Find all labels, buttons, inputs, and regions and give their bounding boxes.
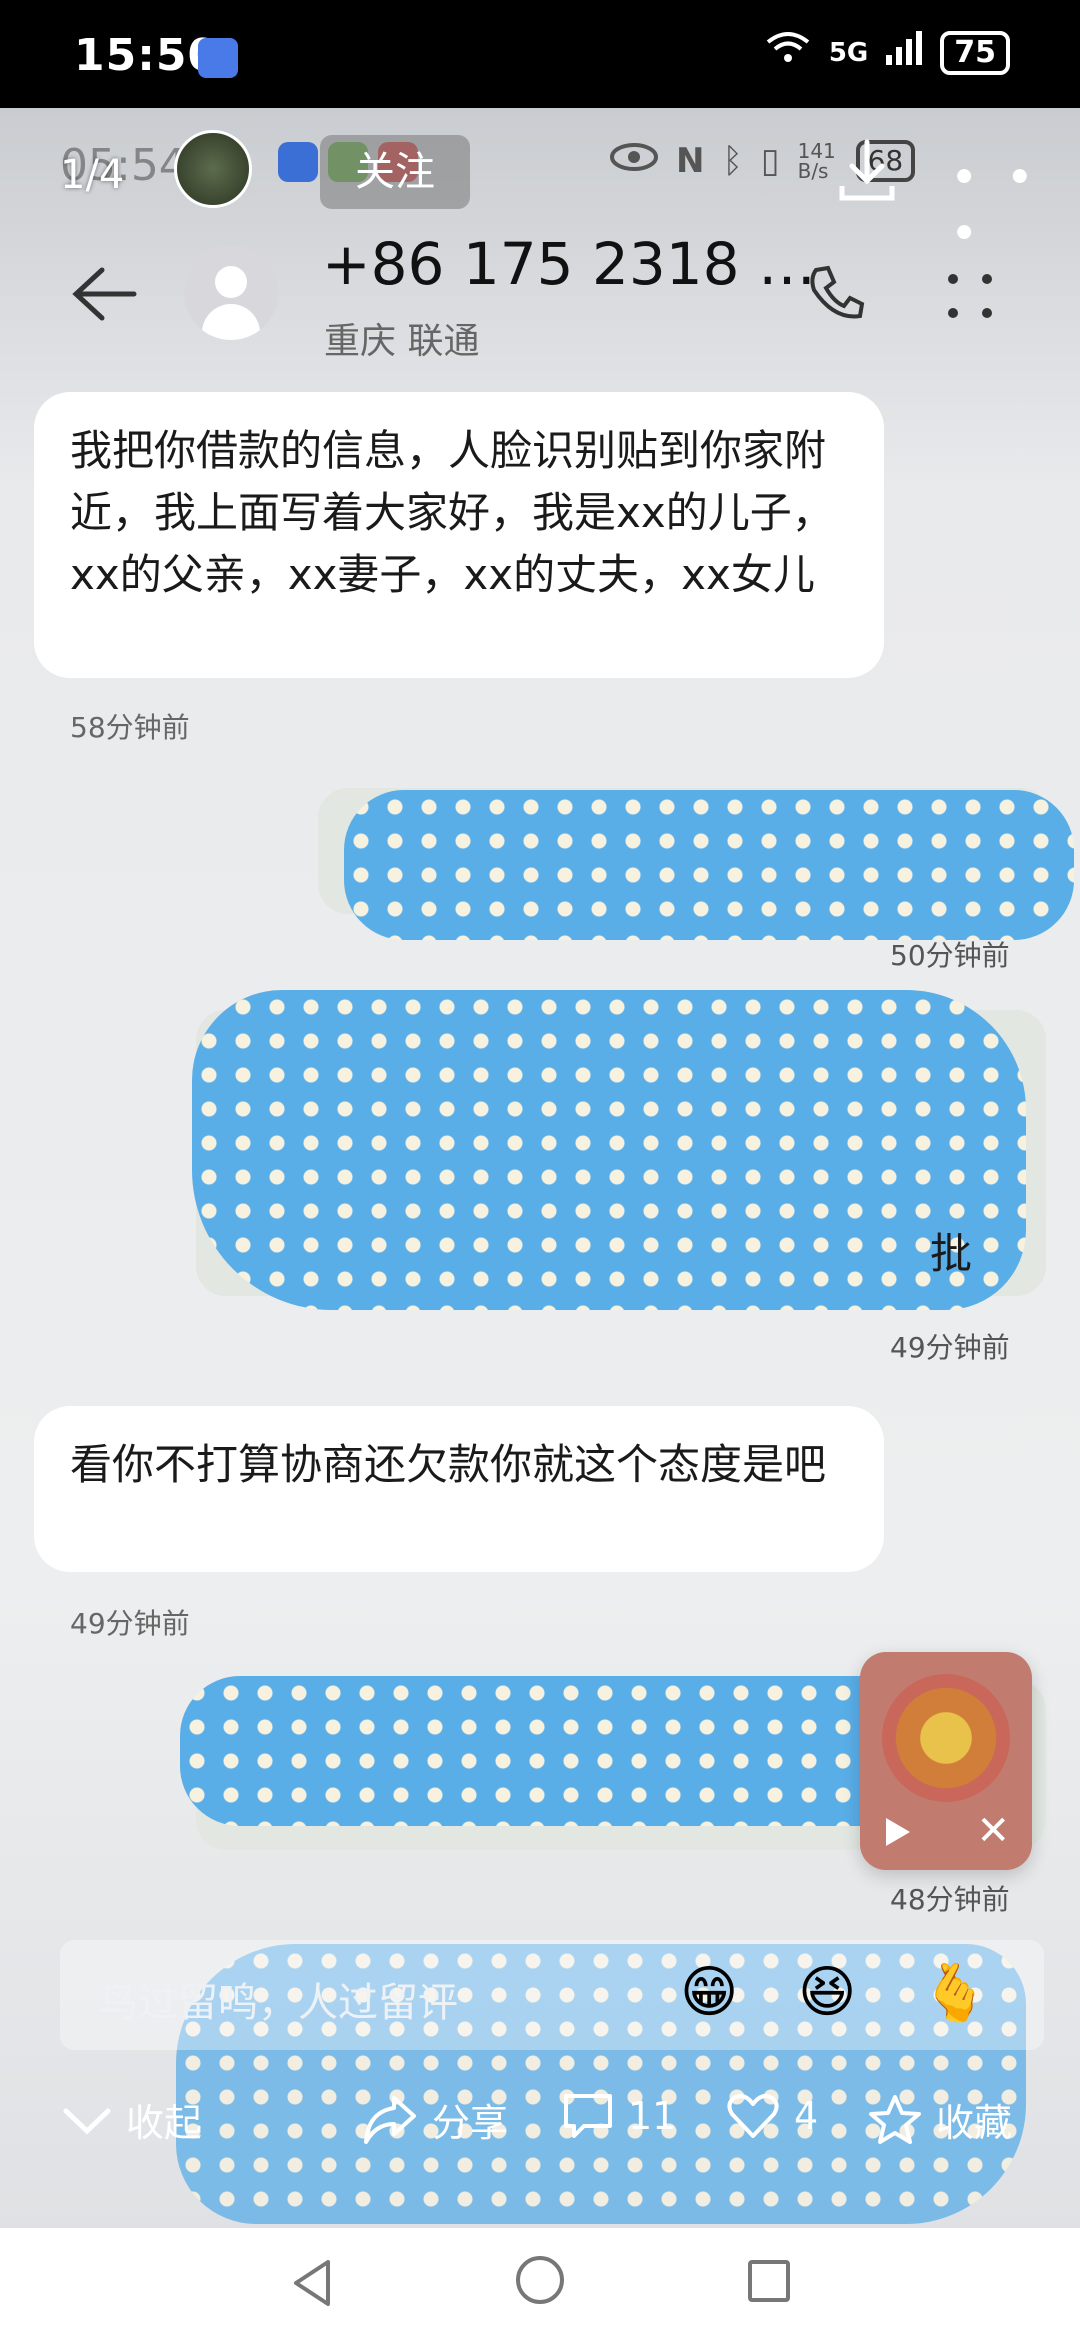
chevron-down-icon xyxy=(62,2105,112,2135)
app-icon xyxy=(278,142,318,182)
message-time: 49分钟前 xyxy=(890,1331,1010,1364)
notification-app-icon xyxy=(198,38,238,78)
more-vertical-icon[interactable] xyxy=(948,264,1008,324)
like-button[interactable]: 4 xyxy=(726,2092,818,2140)
page-index: 1/4 xyxy=(60,152,125,198)
eye-icon xyxy=(610,141,658,181)
music-cover xyxy=(882,1674,1010,1802)
emoji-heart-hand-icon[interactable]: 🫰 xyxy=(920,1960,990,2026)
network-speed: 141 B/s xyxy=(797,139,836,183)
message-incoming: 看你不打算协商还欠款你就这个态度是吧 xyxy=(34,1406,884,1572)
favorite-button[interactable]: 收藏 xyxy=(868,2092,1012,2147)
message-incoming: 我把你借款的信息，人脸识别贴到你家附近，我上面写着大家好，我是xx的儿子，xx的… xyxy=(34,392,884,678)
follow-button[interactable]: 关注 xyxy=(320,135,470,209)
message-time: 48分钟前 xyxy=(890,1883,1010,1916)
status-right-icons: 5G 75 xyxy=(765,30,1010,75)
network-type: 5G xyxy=(828,37,869,68)
play-icon[interactable] xyxy=(886,1818,910,1846)
nfc-icon: N xyxy=(676,141,705,181)
battery-indicator: 75 xyxy=(940,30,1010,75)
signal-icon xyxy=(886,31,923,74)
message-time: 58分钟前 xyxy=(70,711,190,744)
more-options-icon[interactable]: • • • xyxy=(950,150,1080,262)
share-label: 分享 xyxy=(432,2101,509,2145)
phone-icon[interactable] xyxy=(804,262,868,326)
censor-overlay xyxy=(180,1676,920,1826)
nav-home-icon[interactable] xyxy=(516,2256,564,2304)
contact-location: 重庆 联通 xyxy=(324,321,480,362)
contact-avatar[interactable] xyxy=(184,246,278,340)
close-icon[interactable]: ✕ xyxy=(976,1808,1010,1854)
share-button[interactable]: 分享 xyxy=(362,2092,508,2147)
message-time: 50分钟前 xyxy=(890,939,1010,972)
floating-music-widget[interactable]: ✕ xyxy=(860,1652,1032,1870)
censor-overlay xyxy=(192,990,1026,1310)
comments-button[interactable]: 11 xyxy=(562,2092,676,2140)
collapse-button[interactable]: 收起 xyxy=(62,2092,202,2147)
like-count: 4 xyxy=(794,2094,819,2138)
heart-icon xyxy=(726,2092,780,2140)
wifi-icon xyxy=(765,30,811,75)
comment-count: 11 xyxy=(628,2094,677,2138)
download-icon[interactable] xyxy=(836,136,898,206)
emoji-grin-icon[interactable]: 😁 xyxy=(680,1960,738,2025)
nav-recent-apps-icon[interactable] xyxy=(748,2260,790,2302)
collapse-label: 收起 xyxy=(126,2101,203,2145)
bluetooth-icon: ᛒ xyxy=(722,141,743,181)
back-arrow-icon[interactable] xyxy=(68,264,138,324)
message-visible-fragment: 批 xyxy=(930,1229,973,1278)
status-bar: 15:50 5G 75 xyxy=(0,0,1080,108)
message-time: 49分钟前 xyxy=(70,1607,190,1640)
comment-placeholder: 鸟过留鸣，人过留评 xyxy=(98,1980,458,2026)
favorite-label: 收藏 xyxy=(936,2101,1013,2145)
share-icon xyxy=(362,2094,418,2146)
nav-back-icon[interactable] xyxy=(290,2258,334,2308)
censor-overlay xyxy=(344,790,1074,940)
author-avatar[interactable] xyxy=(174,130,252,208)
star-icon xyxy=(868,2094,922,2146)
vibrate-icon: ▯ xyxy=(760,141,780,181)
emoji-laugh-icon[interactable]: 😆 xyxy=(798,1960,856,2025)
comment-icon xyxy=(562,2092,614,2140)
contact-number: +86 175 2318 … xyxy=(322,230,817,298)
